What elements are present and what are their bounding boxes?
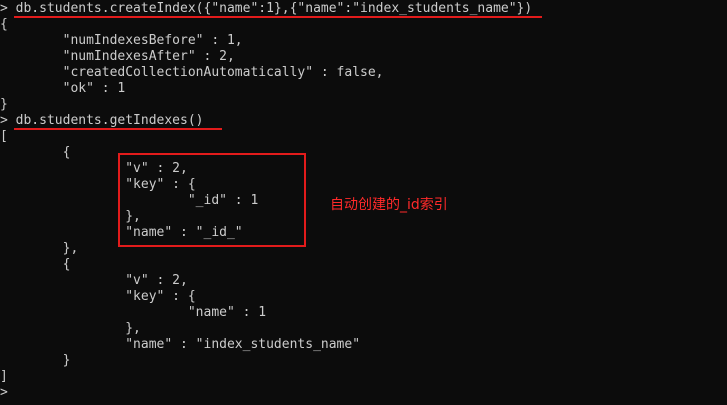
id-index-highlight-box bbox=[118, 153, 306, 247]
output-line: "key" : { bbox=[0, 289, 196, 304]
create-index-underline bbox=[14, 16, 542, 18]
output-line: "name" : "index_students_name" bbox=[0, 337, 361, 352]
output-line: ] bbox=[0, 369, 8, 384]
output-line: }, bbox=[0, 241, 79, 256]
id-index-annotation: 自动创建的_id索引 bbox=[330, 197, 448, 213]
output-line: } bbox=[0, 97, 8, 112]
output-line: { bbox=[0, 17, 8, 32]
output-line: "createdCollectionAutomatically" : false… bbox=[0, 65, 384, 80]
input-prompt[interactable]: > bbox=[0, 385, 8, 401]
output-line: }, bbox=[0, 321, 141, 336]
terminal-window[interactable]: > db.students.createIndex({"name":1},{"n… bbox=[0, 0, 727, 405]
output-line: "v" : 2, bbox=[0, 273, 188, 288]
output-line: } bbox=[0, 353, 71, 368]
get-indexes-underline bbox=[14, 128, 222, 130]
output-line: "numIndexesBefore" : 1, bbox=[0, 33, 243, 48]
output-line: [ bbox=[0, 129, 8, 144]
command-line-get-indexes: > db.students.getIndexes() bbox=[0, 113, 204, 128]
command-line-create-index: > db.students.createIndex({"name":1},{"n… bbox=[0, 1, 533, 16]
output-line: { bbox=[0, 257, 71, 272]
output-line: "name" : 1 bbox=[0, 305, 267, 320]
output-line: { bbox=[0, 145, 71, 160]
output-line: "ok" : 1 bbox=[0, 81, 126, 96]
output-line: "numIndexesAfter" : 2, bbox=[0, 49, 235, 64]
